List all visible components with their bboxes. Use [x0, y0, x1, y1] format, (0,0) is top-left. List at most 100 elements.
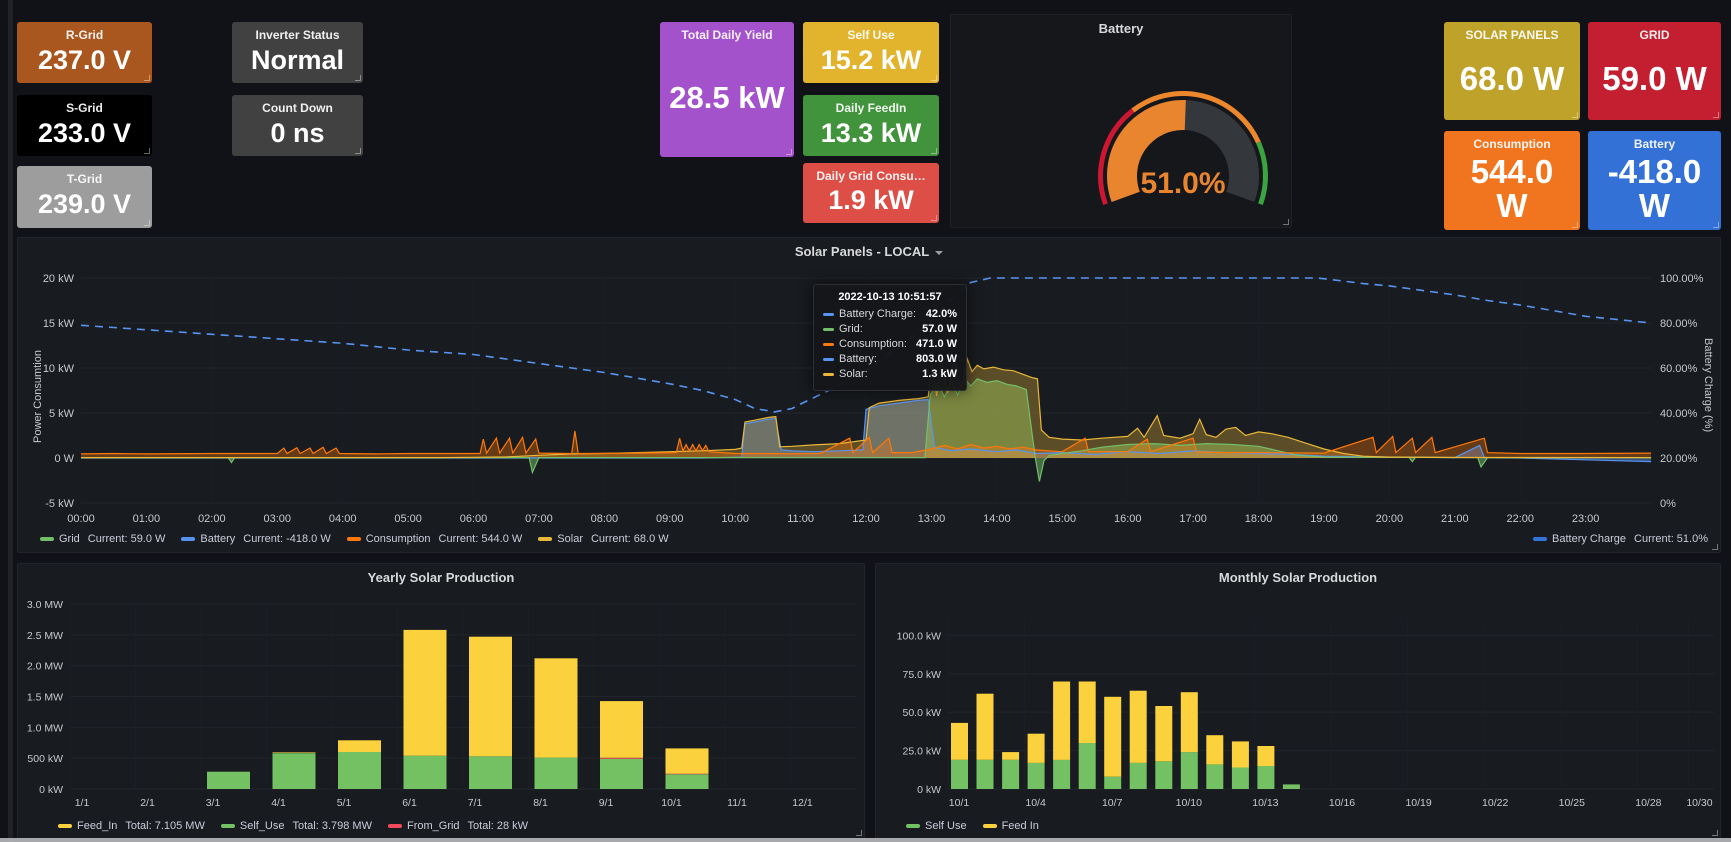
svg-text:0 kW: 0 kW — [39, 784, 63, 796]
resize-handle-icon[interactable] — [144, 220, 150, 226]
resize-handle-icon[interactable] — [786, 149, 792, 155]
series-color-dash — [823, 328, 834, 331]
svg-text:25.0 kW: 25.0 kW — [902, 746, 941, 758]
svg-text:3/1: 3/1 — [206, 797, 221, 809]
legend-item[interactable]: Solar Current: 68.0 W — [538, 533, 668, 545]
svg-text:51.0%: 51.0% — [1140, 167, 1225, 200]
svg-text:11:00: 11:00 — [787, 513, 814, 525]
legend-item[interactable]: Feed In — [983, 820, 1039, 832]
svg-text:2.0 MW: 2.0 MW — [27, 661, 63, 673]
svg-text:15 kW: 15 kW — [43, 318, 75, 330]
legend-item[interactable]: Consumption Current: 544.0 W — [347, 533, 523, 545]
legend-series-name: Solar — [557, 533, 583, 545]
stat-tile-consumption: Consumption 544.0 W — [1444, 131, 1580, 230]
svg-text:10 kW: 10 kW — [43, 363, 75, 375]
svg-text:03:00: 03:00 — [263, 513, 291, 525]
resize-handle-icon[interactable] — [1283, 219, 1289, 225]
stat-tile-daily-grid-consumption: Daily Grid Consu… 1.9 kW — [803, 163, 939, 223]
series-color-dash — [823, 373, 834, 376]
stat-tile-grid: GRID 59.0 W — [1588, 22, 1721, 120]
legend-total-value: Total: 3.798 MW — [293, 820, 372, 832]
series-color-dash — [823, 343, 834, 346]
stat-tile-count-down: Count Down 0 ns — [232, 95, 363, 156]
svg-text:15:00: 15:00 — [1049, 513, 1077, 525]
svg-text:0 W: 0 W — [54, 453, 74, 465]
legend-series-name: Feed In — [1002, 820, 1039, 832]
svg-text:6/1: 6/1 — [402, 797, 417, 809]
stat-tile-self-use: Self Use 15.2 kW — [803, 22, 939, 83]
resize-handle-icon[interactable] — [144, 75, 150, 81]
svg-text:21:00: 21:00 — [1441, 513, 1469, 525]
svg-text:07:00: 07:00 — [525, 513, 553, 525]
tooltip-series-value: 471.0 W — [916, 338, 957, 350]
resize-handle-icon[interactable] — [144, 148, 150, 154]
legend-total-value: Total: 28 kW — [468, 820, 529, 832]
resize-handle-icon[interactable] — [355, 75, 361, 81]
legend-series-name: Self_Use — [240, 820, 285, 832]
tooltip-series-value: 57.0 W — [922, 323, 957, 335]
svg-text:80.00%: 80.00% — [1660, 318, 1698, 330]
svg-text:100.0 kW: 100.0 kW — [897, 630, 941, 642]
legend-item[interactable]: GridCurrent: 59.0 W — [40, 533, 165, 545]
stat-tile-r-grid: R-Grid 237.0 V — [17, 22, 152, 83]
resize-handle-icon[interactable] — [355, 148, 361, 154]
legend-series-name: Feed_In — [77, 820, 117, 832]
svg-text:50.0 kW: 50.0 kW — [902, 707, 941, 719]
tooltip-row: Battery Charge:42.0% — [823, 308, 957, 320]
legend-item[interactable]: Self_Use Total: 3.798 MW — [221, 820, 372, 832]
svg-text:8/1: 8/1 — [533, 797, 548, 809]
legend-item[interactable]: Self Use — [906, 820, 967, 832]
stat-value: -418.0 W — [1596, 155, 1714, 226]
resize-handle-icon[interactable] — [1572, 112, 1578, 118]
svg-text:17:00: 17:00 — [1179, 513, 1207, 525]
legend-current-value: Current: 68.0 W — [591, 533, 669, 545]
series-color-dash — [983, 824, 997, 828]
svg-text:0%: 0% — [1660, 498, 1676, 510]
battery-gauge-panel: Battery 51.0% — [950, 14, 1292, 228]
horizontal-scrollbar[interactable] — [0, 838, 1731, 842]
tooltip-row: Solar:1.3 kW — [823, 368, 957, 380]
svg-text:02:00: 02:00 — [198, 513, 226, 525]
stat-value: 233.0 V — [38, 120, 131, 152]
yearly-production-panel: Yearly Solar Production 0 kW500 kW1.0 MW… — [17, 563, 865, 839]
resize-handle-icon[interactable] — [931, 75, 937, 81]
legend-series-name: Battery — [200, 533, 235, 545]
svg-text:10/7: 10/7 — [1102, 797, 1123, 809]
resize-handle-icon[interactable] — [931, 148, 937, 154]
legend-item[interactable]: From_GridTotal: 28 kW — [388, 820, 528, 832]
resize-handle-icon[interactable] — [1712, 830, 1718, 836]
resize-handle-icon[interactable] — [1713, 112, 1719, 118]
series-color-dash — [1533, 537, 1547, 541]
svg-text:-5 kW: -5 kW — [45, 498, 74, 510]
resize-handle-icon[interactable] — [1712, 544, 1718, 550]
resize-handle-icon[interactable] — [1713, 222, 1719, 228]
svg-text:01:00: 01:00 — [133, 513, 161, 525]
legend-current-value: Current: 544.0 W — [439, 533, 523, 545]
legend-series-name: Consumption — [366, 533, 431, 545]
stat-title: SOLAR PANELS — [1465, 29, 1558, 42]
svg-text:2/1: 2/1 — [140, 797, 155, 809]
legend-item[interactable]: Battery ChargeCurrent: 51.0% — [1533, 533, 1708, 545]
svg-text:3.0 MW: 3.0 MW — [27, 599, 63, 611]
series-color-dash — [40, 537, 54, 541]
resize-handle-icon[interactable] — [931, 215, 937, 221]
svg-text:04:00: 04:00 — [329, 513, 357, 525]
tooltip-series-label: Consumption: — [839, 338, 907, 350]
resize-handle-icon[interactable] — [856, 830, 862, 836]
stat-value: 59.0 W — [1602, 62, 1707, 100]
legend-item[interactable]: BatteryCurrent: -418.0 W — [181, 533, 330, 545]
yearly-bar-chart[interactable]: 0 kW500 kW1.0 MW1.5 MW2.0 MW2.5 MW3.0 MW… — [18, 564, 864, 840]
stat-title: S-Grid — [66, 102, 103, 115]
svg-text:13:00: 13:00 — [918, 513, 946, 525]
stat-tile-battery: Battery -418.0 W — [1588, 131, 1721, 230]
svg-text:60.00%: 60.00% — [1660, 363, 1698, 375]
svg-text:10/28: 10/28 — [1635, 797, 1661, 809]
svg-text:40.00%: 40.00% — [1660, 408, 1698, 420]
stat-title: Self Use — [847, 29, 894, 42]
svg-text:19:00: 19:00 — [1310, 513, 1338, 525]
legend-item[interactable]: Feed_InTotal: 7.105 MW — [58, 820, 205, 832]
resize-handle-icon[interactable] — [1572, 222, 1578, 228]
tooltip-series-label: Solar: — [839, 368, 868, 380]
monthly-bar-chart[interactable]: 0 kW25.0 kW50.0 kW75.0 kW100.0 kW10/110/… — [876, 564, 1720, 840]
series-color-dash — [347, 537, 361, 541]
